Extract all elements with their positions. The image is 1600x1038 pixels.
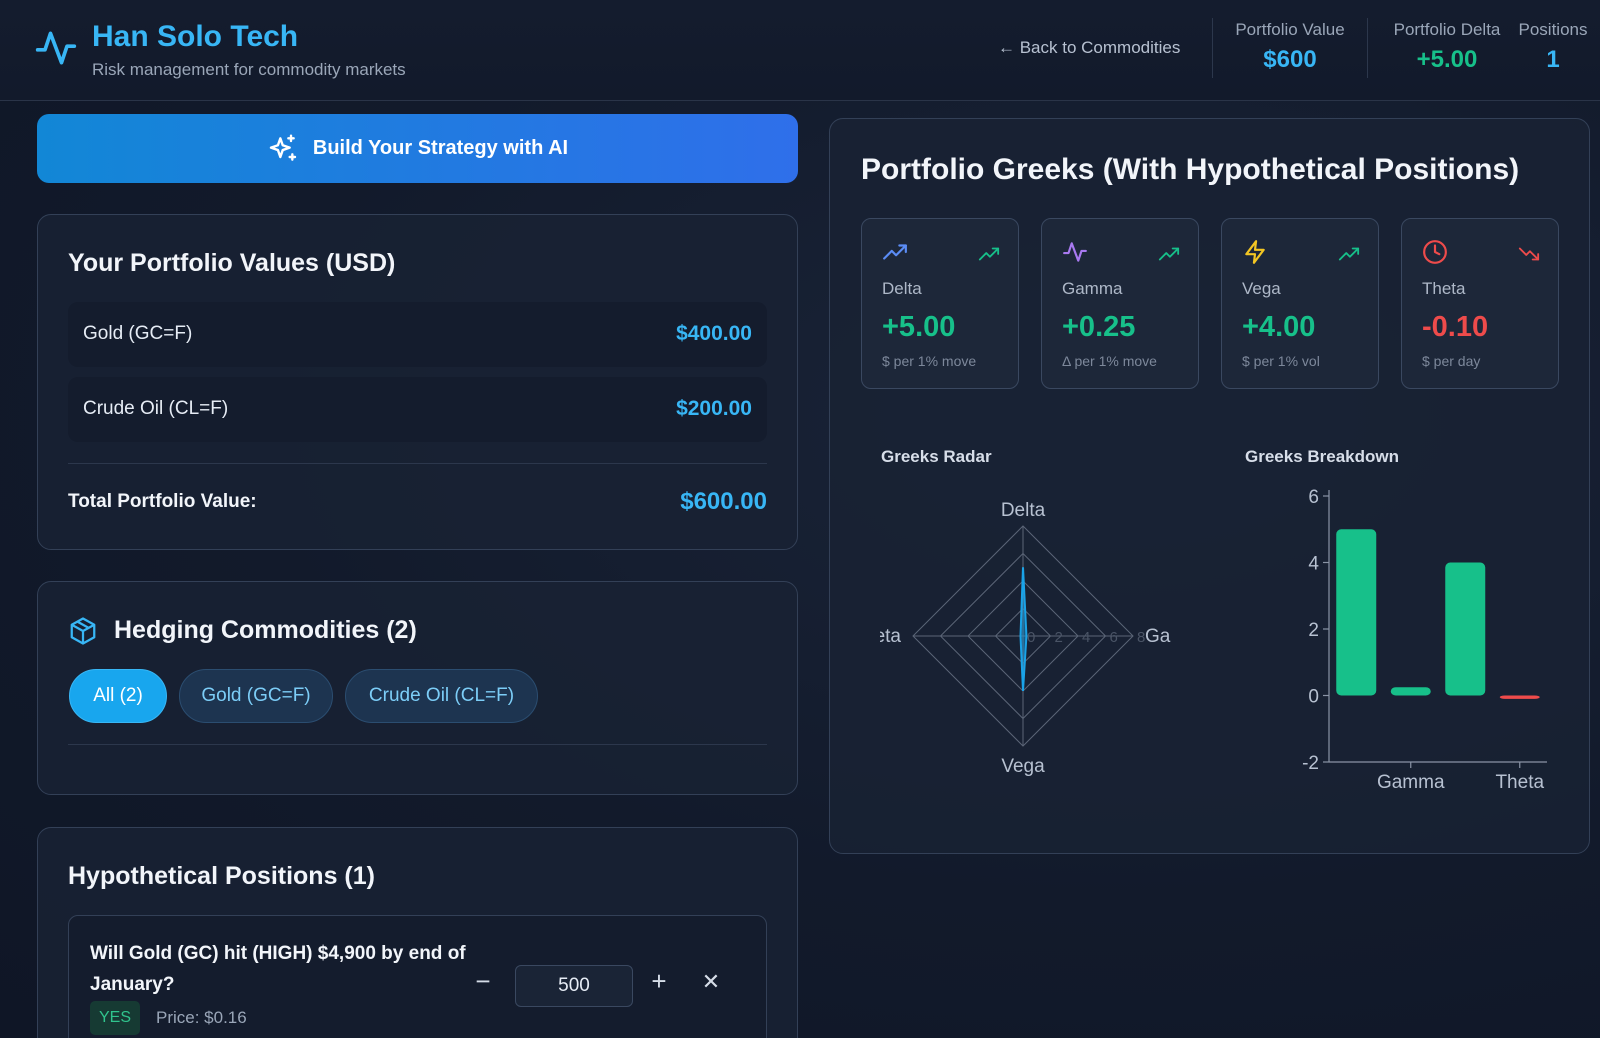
- filter-chip-gold[interactable]: Gold (GC=F): [179, 669, 333, 723]
- position-question: Will Gold (GC) hit (HIGH) $4,900 by end …: [90, 943, 466, 995]
- divider: [68, 463, 767, 464]
- greek-unit: $ per day: [1422, 353, 1481, 369]
- activity-icon: [1063, 242, 1087, 262]
- y-tick-label: 6: [1308, 487, 1319, 508]
- bar-delta: [1336, 529, 1377, 696]
- stat-label: Portfolio Value: [1235, 20, 1345, 39]
- x-tick-label: Theta: [1495, 772, 1544, 793]
- radar-tick-label: 0: [1027, 629, 1035, 646]
- stat-label: Positions: [1518, 20, 1588, 39]
- y-tick-label: 2: [1308, 620, 1319, 641]
- brand-title: Han Solo Tech: [92, 20, 299, 53]
- greeks-radar-chart: 02468DeltaGaVegaeta: [880, 500, 1171, 777]
- row-amount: $400.00: [676, 322, 752, 345]
- back-to-commodities-link[interactable]: ← Back to Commodities: [998, 38, 1180, 58]
- radar-axis-label: Ga: [1145, 626, 1171, 647]
- greek-value: -0.10: [1422, 311, 1489, 343]
- greek-name: Delta: [882, 279, 922, 298]
- bar-theta: [1499, 695, 1540, 699]
- y-tick-label: 0: [1308, 687, 1319, 708]
- stat-portfolio-delta: Portfolio Delta +5.00: [1384, 20, 1510, 74]
- portfolio-greeks-card: Portfolio Greeks (With Hypothetical Posi…: [829, 118, 1590, 854]
- increase-quantity-button[interactable]: +: [644, 966, 674, 997]
- decrease-quantity-button[interactable]: −: [468, 966, 498, 997]
- stat-portfolio-value: Portfolio Value $600: [1232, 20, 1348, 74]
- greek-card-delta: Delta +5.00 $ per 1% move: [861, 218, 1019, 389]
- greek-name: Vega: [1242, 279, 1281, 298]
- total-portfolio-label: Total Portfolio Value:: [68, 491, 257, 512]
- header-divider: [1367, 18, 1368, 78]
- brand-subtitle: Risk management for commodity markets: [92, 60, 406, 79]
- sparkles-icon: [269, 133, 297, 161]
- trending-up-icon: [883, 244, 907, 260]
- y-tick-label: 4: [1308, 554, 1319, 575]
- stat-value: +5.00: [1416, 46, 1478, 73]
- row-name: Crude Oil (CL=F): [83, 398, 229, 419]
- radar-data-shape: [1019, 567, 1028, 692]
- divider: [68, 744, 767, 745]
- hypothetical-title: Hypothetical Positions (1): [68, 862, 375, 890]
- portfolio-values-card: Your Portfolio Values (USD) Gold (GC=F) …: [37, 214, 798, 550]
- greek-unit: Δ per 1% move: [1062, 353, 1157, 369]
- radar-axis-label: eta: [880, 626, 901, 647]
- portfolio-row-gold: Gold (GC=F) $400.00: [68, 302, 767, 367]
- build-strategy-ai-button[interactable]: Build Your Strategy with AI: [37, 114, 798, 183]
- position-price: Price: $0.16: [156, 1008, 247, 1027]
- row-amount: $200.00: [676, 397, 752, 420]
- activity-icon: [35, 31, 77, 65]
- zap-icon: [1245, 240, 1265, 264]
- greeks-radar-label: Greeks Radar: [881, 447, 992, 466]
- side-badge: YES: [90, 1001, 141, 1035]
- remove-position-button[interactable]: ✕: [696, 969, 726, 995]
- portfolio-values-title: Your Portfolio Values (USD): [68, 249, 396, 277]
- trend-up-icon: [978, 247, 1000, 261]
- portfolio-row-crude-oil: Crude Oil (CL=F) $200.00: [68, 377, 767, 442]
- radar-tick-label: 4: [1082, 629, 1090, 646]
- position-card: Will Gold (GC) hit (HIGH) $4,900 by end …: [68, 915, 767, 1038]
- radar-tick-label: 6: [1110, 629, 1118, 646]
- trend-up-icon: [1158, 247, 1180, 261]
- total-portfolio-value: $600.00: [680, 488, 767, 515]
- hedging-commodities-card: Hedging Commodities (2) All (2) Gold (GC…: [37, 581, 798, 795]
- greek-name: Gamma: [1062, 279, 1123, 298]
- greek-card-gamma: Gamma +0.25 Δ per 1% move: [1041, 218, 1199, 389]
- greek-name: Theta: [1422, 279, 1466, 298]
- filter-chip-all[interactable]: All (2): [69, 669, 167, 723]
- stat-label: Portfolio Delta: [1393, 20, 1501, 39]
- quantity-input[interactable]: 500: [515, 965, 633, 1007]
- greek-unit: $ per 1% move: [882, 353, 977, 369]
- trend-up-icon: [1338, 247, 1360, 261]
- greek-value: +0.25: [1062, 311, 1136, 343]
- y-tick-label: -2: [1302, 753, 1319, 774]
- stat-value: 1: [1546, 46, 1560, 73]
- app-header: Han Solo Tech Risk management for commod…: [0, 0, 1600, 101]
- header-divider: [1212, 18, 1213, 78]
- row-name: Gold (GC=F): [83, 323, 193, 344]
- stat-positions: Positions 1: [1516, 20, 1590, 74]
- radar-axis-label: Vega: [1001, 756, 1045, 777]
- greeks-breakdown-chart: -2 0 2 4 6 Gamma Theta: [1302, 487, 1547, 793]
- filter-chip-crude-oil[interactable]: Crude Oil (CL=F): [345, 669, 538, 723]
- bar-vega: [1445, 562, 1486, 696]
- greek-card-theta: Theta -0.10 $ per day: [1401, 218, 1559, 389]
- greeks-breakdown-label: Greeks Breakdown: [1245, 447, 1400, 466]
- trend-down-icon: [1518, 247, 1540, 261]
- greeks-title: Portfolio Greeks (With Hypothetical Posi…: [861, 153, 1520, 186]
- cube-icon: [70, 617, 96, 645]
- bar-gamma: [1390, 687, 1431, 696]
- greek-unit: $ per 1% vol: [1242, 353, 1320, 369]
- x-tick-label: Gamma: [1377, 772, 1445, 793]
- greek-value: +5.00: [882, 311, 956, 343]
- greek-value: +4.00: [1242, 311, 1316, 343]
- stat-value: $600: [1263, 46, 1317, 73]
- hypothetical-positions-card: Hypothetical Positions (1) Will Gold (GC…: [37, 827, 798, 1038]
- radar-tick-label: 2: [1055, 629, 1063, 646]
- radar-axis-label: Delta: [1001, 500, 1046, 521]
- hedging-title: Hedging Commodities (2): [114, 616, 417, 644]
- clock-icon: [1423, 240, 1447, 264]
- ai-button-label: Build Your Strategy with AI: [312, 137, 569, 159]
- greek-card-vega: Vega +4.00 $ per 1% vol: [1221, 218, 1379, 389]
